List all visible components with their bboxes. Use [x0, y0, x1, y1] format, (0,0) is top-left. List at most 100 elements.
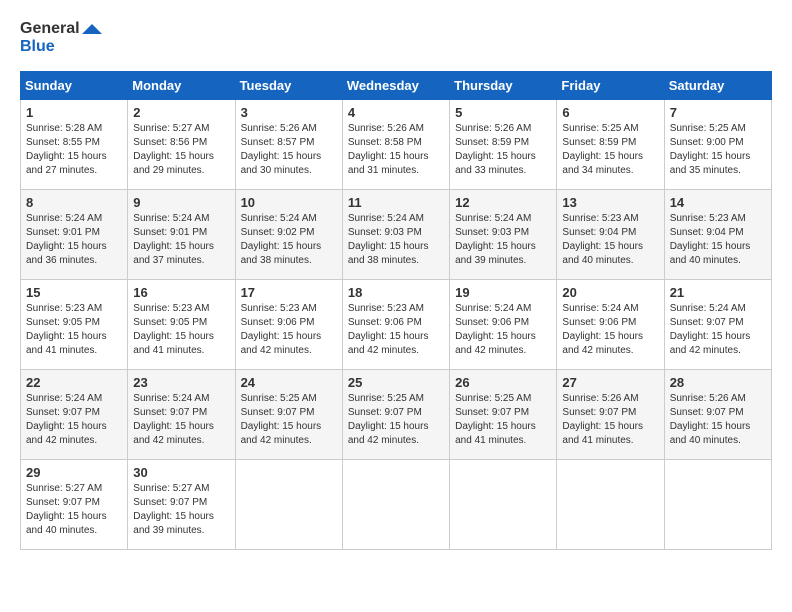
day-number: 20: [562, 285, 658, 300]
page-header: General Blue: [20, 20, 772, 55]
day-number: 1: [26, 105, 122, 120]
day-content: Sunrise: 5:25 AM Sunset: 8:59 PM Dayligh…: [562, 122, 658, 178]
logo-blue-text: Blue: [20, 38, 80, 56]
calendar-cell: 17 Sunrise: 5:23 AM Sunset: 9:06 PM Dayl…: [235, 280, 342, 370]
day-content: Sunrise: 5:23 AM Sunset: 9:04 PM Dayligh…: [562, 212, 658, 268]
day-content: Sunrise: 5:26 AM Sunset: 8:58 PM Dayligh…: [348, 122, 444, 178]
day-content: Sunrise: 5:25 AM Sunset: 9:07 PM Dayligh…: [348, 392, 444, 448]
calendar-cell: 21 Sunrise: 5:24 AM Sunset: 9:07 PM Dayl…: [664, 280, 771, 370]
calendar-table: SundayMondayTuesdayWednesdayThursdayFrid…: [20, 71, 772, 550]
day-number: 22: [26, 375, 122, 390]
day-content: Sunrise: 5:26 AM Sunset: 9:07 PM Dayligh…: [670, 392, 766, 448]
day-content: Sunrise: 5:23 AM Sunset: 9:05 PM Dayligh…: [26, 302, 122, 358]
day-content: Sunrise: 5:24 AM Sunset: 9:07 PM Dayligh…: [670, 302, 766, 358]
calendar-cell: 22 Sunrise: 5:24 AM Sunset: 9:07 PM Dayl…: [21, 370, 128, 460]
calendar-cell: 13 Sunrise: 5:23 AM Sunset: 9:04 PM Dayl…: [557, 190, 664, 280]
day-number: 18: [348, 285, 444, 300]
column-header-saturday: Saturday: [664, 72, 771, 100]
week-row-5: 29 Sunrise: 5:27 AM Sunset: 9:07 PM Dayl…: [21, 460, 772, 550]
day-number: 11: [348, 195, 444, 210]
day-number: 8: [26, 195, 122, 210]
day-number: 2: [133, 105, 229, 120]
day-number: 16: [133, 285, 229, 300]
day-content: Sunrise: 5:23 AM Sunset: 9:06 PM Dayligh…: [241, 302, 337, 358]
day-content: Sunrise: 5:23 AM Sunset: 9:04 PM Dayligh…: [670, 212, 766, 268]
column-header-friday: Friday: [557, 72, 664, 100]
calendar-cell: [342, 460, 449, 550]
day-content: Sunrise: 5:26 AM Sunset: 8:57 PM Dayligh…: [241, 122, 337, 178]
day-content: Sunrise: 5:23 AM Sunset: 9:05 PM Dayligh…: [133, 302, 229, 358]
week-row-3: 15 Sunrise: 5:23 AM Sunset: 9:05 PM Dayl…: [21, 280, 772, 370]
day-number: 19: [455, 285, 551, 300]
calendar-cell: [557, 460, 664, 550]
calendar-cell: 3 Sunrise: 5:26 AM Sunset: 8:57 PM Dayli…: [235, 100, 342, 190]
day-content: Sunrise: 5:24 AM Sunset: 9:01 PM Dayligh…: [133, 212, 229, 268]
calendar-cell: 27 Sunrise: 5:26 AM Sunset: 9:07 PM Dayl…: [557, 370, 664, 460]
column-header-wednesday: Wednesday: [342, 72, 449, 100]
day-content: Sunrise: 5:27 AM Sunset: 8:56 PM Dayligh…: [133, 122, 229, 178]
calendar-cell: 20 Sunrise: 5:24 AM Sunset: 9:06 PM Dayl…: [557, 280, 664, 370]
calendar-cell: 14 Sunrise: 5:23 AM Sunset: 9:04 PM Dayl…: [664, 190, 771, 280]
calendar-cell: 10 Sunrise: 5:24 AM Sunset: 9:02 PM Dayl…: [235, 190, 342, 280]
day-number: 26: [455, 375, 551, 390]
day-content: Sunrise: 5:26 AM Sunset: 9:07 PM Dayligh…: [562, 392, 658, 448]
calendar-cell: [450, 460, 557, 550]
day-number: 24: [241, 375, 337, 390]
calendar-cell: 24 Sunrise: 5:25 AM Sunset: 9:07 PM Dayl…: [235, 370, 342, 460]
day-number: 30: [133, 465, 229, 480]
calendar-header-row: SundayMondayTuesdayWednesdayThursdayFrid…: [21, 72, 772, 100]
calendar-cell: 2 Sunrise: 5:27 AM Sunset: 8:56 PM Dayli…: [128, 100, 235, 190]
logo-general-text: General: [20, 20, 80, 38]
day-content: Sunrise: 5:25 AM Sunset: 9:00 PM Dayligh…: [670, 122, 766, 178]
day-content: Sunrise: 5:24 AM Sunset: 9:07 PM Dayligh…: [26, 392, 122, 448]
day-content: Sunrise: 5:24 AM Sunset: 9:06 PM Dayligh…: [455, 302, 551, 358]
calendar-cell: 12 Sunrise: 5:24 AM Sunset: 9:03 PM Dayl…: [450, 190, 557, 280]
day-content: Sunrise: 5:24 AM Sunset: 9:02 PM Dayligh…: [241, 212, 337, 268]
calendar-cell: 29 Sunrise: 5:27 AM Sunset: 9:07 PM Dayl…: [21, 460, 128, 550]
day-number: 17: [241, 285, 337, 300]
calendar-cell: 1 Sunrise: 5:28 AM Sunset: 8:55 PM Dayli…: [21, 100, 128, 190]
week-row-4: 22 Sunrise: 5:24 AM Sunset: 9:07 PM Dayl…: [21, 370, 772, 460]
week-row-1: 1 Sunrise: 5:28 AM Sunset: 8:55 PM Dayli…: [21, 100, 772, 190]
calendar-cell: 19 Sunrise: 5:24 AM Sunset: 9:06 PM Dayl…: [450, 280, 557, 370]
calendar-cell: 16 Sunrise: 5:23 AM Sunset: 9:05 PM Dayl…: [128, 280, 235, 370]
calendar-cell: 9 Sunrise: 5:24 AM Sunset: 9:01 PM Dayli…: [128, 190, 235, 280]
day-number: 6: [562, 105, 658, 120]
day-number: 9: [133, 195, 229, 210]
day-content: Sunrise: 5:27 AM Sunset: 9:07 PM Dayligh…: [133, 482, 229, 538]
day-number: 12: [455, 195, 551, 210]
calendar-cell: 18 Sunrise: 5:23 AM Sunset: 9:06 PM Dayl…: [342, 280, 449, 370]
week-row-2: 8 Sunrise: 5:24 AM Sunset: 9:01 PM Dayli…: [21, 190, 772, 280]
day-number: 25: [348, 375, 444, 390]
calendar-cell: 26 Sunrise: 5:25 AM Sunset: 9:07 PM Dayl…: [450, 370, 557, 460]
day-content: Sunrise: 5:24 AM Sunset: 9:03 PM Dayligh…: [455, 212, 551, 268]
day-content: Sunrise: 5:27 AM Sunset: 9:07 PM Dayligh…: [26, 482, 122, 538]
calendar-cell: 28 Sunrise: 5:26 AM Sunset: 9:07 PM Dayl…: [664, 370, 771, 460]
day-content: Sunrise: 5:26 AM Sunset: 8:59 PM Dayligh…: [455, 122, 551, 178]
column-header-thursday: Thursday: [450, 72, 557, 100]
calendar-cell: 23 Sunrise: 5:24 AM Sunset: 9:07 PM Dayl…: [128, 370, 235, 460]
day-number: 23: [133, 375, 229, 390]
day-content: Sunrise: 5:28 AM Sunset: 8:55 PM Dayligh…: [26, 122, 122, 178]
day-content: Sunrise: 5:25 AM Sunset: 9:07 PM Dayligh…: [241, 392, 337, 448]
calendar-cell: 8 Sunrise: 5:24 AM Sunset: 9:01 PM Dayli…: [21, 190, 128, 280]
day-content: Sunrise: 5:24 AM Sunset: 9:03 PM Dayligh…: [348, 212, 444, 268]
calendar-cell: 25 Sunrise: 5:25 AM Sunset: 9:07 PM Dayl…: [342, 370, 449, 460]
day-content: Sunrise: 5:24 AM Sunset: 9:01 PM Dayligh…: [26, 212, 122, 268]
logo: General Blue: [20, 20, 102, 55]
day-number: 21: [670, 285, 766, 300]
day-number: 13: [562, 195, 658, 210]
column-header-tuesday: Tuesday: [235, 72, 342, 100]
calendar-cell: 4 Sunrise: 5:26 AM Sunset: 8:58 PM Dayli…: [342, 100, 449, 190]
day-content: Sunrise: 5:25 AM Sunset: 9:07 PM Dayligh…: [455, 392, 551, 448]
column-header-monday: Monday: [128, 72, 235, 100]
day-content: Sunrise: 5:23 AM Sunset: 9:06 PM Dayligh…: [348, 302, 444, 358]
day-number: 4: [348, 105, 444, 120]
calendar-cell: [664, 460, 771, 550]
day-content: Sunrise: 5:24 AM Sunset: 9:06 PM Dayligh…: [562, 302, 658, 358]
calendar-cell: 7 Sunrise: 5:25 AM Sunset: 9:00 PM Dayli…: [664, 100, 771, 190]
calendar-cell: 6 Sunrise: 5:25 AM Sunset: 8:59 PM Dayli…: [557, 100, 664, 190]
day-number: 28: [670, 375, 766, 390]
calendar-cell: 15 Sunrise: 5:23 AM Sunset: 9:05 PM Dayl…: [21, 280, 128, 370]
day-number: 5: [455, 105, 551, 120]
